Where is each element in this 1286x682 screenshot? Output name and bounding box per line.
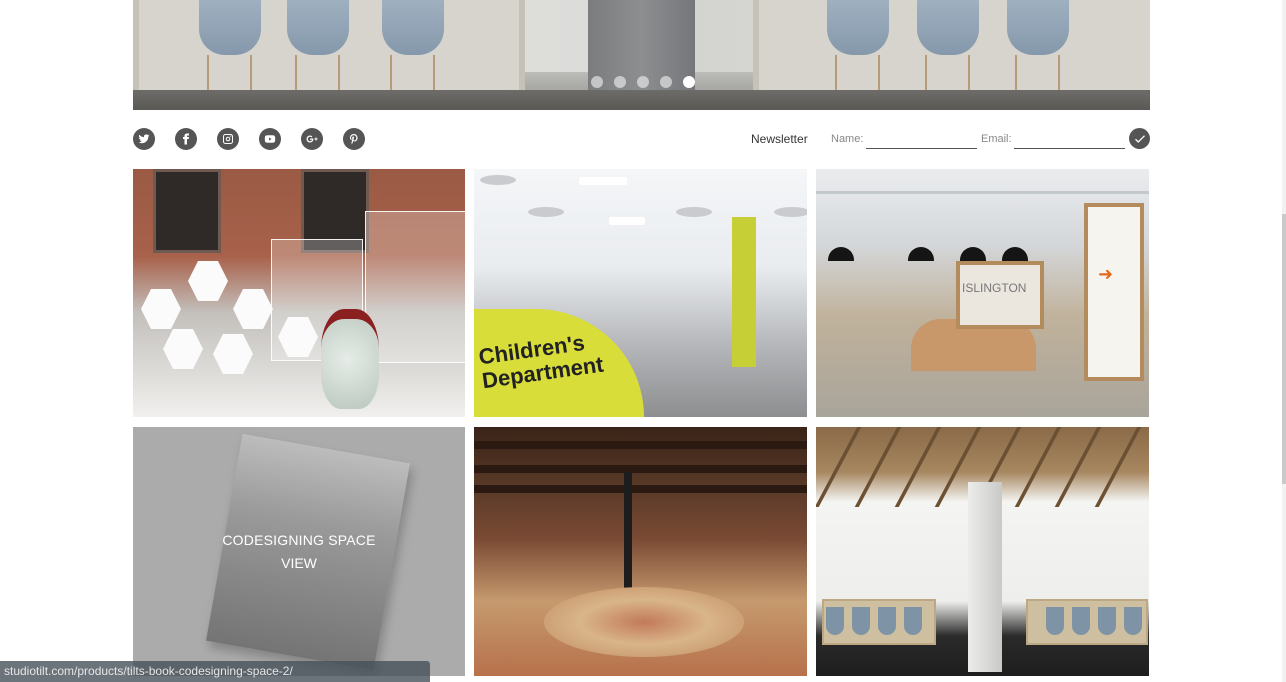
hex-shelf	[188, 261, 228, 301]
hero-slider[interactable]	[133, 0, 1150, 110]
ceiling-light	[579, 177, 627, 185]
chair	[1124, 607, 1142, 635]
product-tile-meeting-room[interactable]	[816, 427, 1149, 676]
ceiling-vent	[774, 207, 807, 217]
ceiling-slat	[854, 427, 902, 507]
pendant-lamp	[828, 247, 854, 261]
product-title: CODESIGNING SPACE	[222, 532, 376, 548]
newsletter-name-input[interactable]	[866, 130, 977, 149]
newsletter-email-label: Email:	[981, 133, 1012, 145]
youtube-icon[interactable]	[259, 128, 281, 150]
pendant-lamp	[960, 247, 986, 261]
porcelain-vase	[321, 309, 379, 409]
roof-beam	[474, 441, 807, 449]
product-tile-childrens-department[interactable]: Children's Department	[474, 169, 807, 417]
hex-shelf	[233, 289, 273, 329]
ceiling-slat	[1014, 427, 1062, 507]
ceiling-slat	[1054, 427, 1102, 507]
chair	[904, 607, 922, 635]
circular-floor	[544, 587, 744, 657]
ceiling-beam	[816, 191, 1149, 194]
product-tile-wooden-floor-room[interactable]	[474, 427, 807, 676]
tile-window	[153, 169, 221, 253]
social-links	[133, 128, 365, 150]
islington-sign	[956, 261, 1044, 329]
slider-dot-3[interactable]	[637, 76, 649, 88]
slider-dot-1[interactable]	[591, 76, 603, 88]
display-case	[365, 211, 465, 363]
tile-hover-overlay	[133, 427, 465, 676]
scrollbar-thumb[interactable]	[1282, 214, 1286, 484]
pinterest-icon[interactable]	[343, 128, 365, 150]
ceiling-slat	[816, 427, 862, 507]
browser-status-url: studiotilt.com/products/tilts-book-codes…	[0, 661, 430, 682]
roof-beam	[474, 485, 807, 493]
facebook-icon[interactable]	[175, 128, 197, 150]
product-tile-museum-display[interactable]	[133, 169, 465, 417]
google-plus-icon[interactable]	[301, 128, 323, 150]
roof-beam	[474, 465, 807, 473]
product-tile-islington-customer-centre[interactable]: ISLINGTON ➜	[816, 169, 1149, 417]
islington-sign-text: ISLINGTON	[962, 281, 1027, 295]
chair	[1046, 607, 1064, 635]
newsletter-submit-button[interactable]	[1129, 128, 1150, 149]
ceiling-slat	[1094, 427, 1142, 507]
arrow-right-icon: ➜	[1098, 264, 1114, 284]
info-board	[1084, 203, 1144, 381]
newsletter-label: Newsletter	[751, 132, 808, 146]
slider-dot-2[interactable]	[614, 76, 626, 88]
ceiling-vent	[676, 207, 712, 217]
chair	[852, 607, 870, 635]
slider-dot-5[interactable]	[683, 76, 695, 88]
support-post	[624, 472, 632, 602]
chair	[1098, 607, 1116, 635]
pendant-lamp	[908, 247, 934, 261]
center-column	[968, 482, 1002, 672]
instagram-icon[interactable]	[217, 128, 239, 150]
ceiling-vent	[480, 175, 516, 185]
newsletter-name-label: Name:	[831, 133, 864, 145]
newsletter-email-input[interactable]	[1014, 130, 1125, 149]
slider-dot-4[interactable]	[660, 76, 672, 88]
hex-shelf	[163, 329, 203, 369]
ceiling-light	[609, 217, 645, 225]
chair	[826, 607, 844, 635]
hex-shelf	[141, 289, 181, 329]
twitter-icon[interactable]	[133, 128, 155, 150]
product-tile-codesigning-space-book[interactable]: CODESIGNING SPACE VIEW	[133, 427, 465, 676]
ceiling-vent	[528, 207, 564, 217]
hex-shelf	[213, 334, 253, 374]
yellow-wall-panel	[732, 217, 756, 367]
pendant-lamp	[1002, 247, 1028, 261]
chair	[878, 607, 896, 635]
checkmark-icon	[1134, 134, 1145, 143]
ceiling-slat	[894, 427, 942, 507]
hero-floor	[133, 90, 1150, 110]
slider-pagination	[591, 76, 695, 88]
view-link[interactable]: VIEW	[133, 555, 465, 571]
chair	[1072, 607, 1090, 635]
